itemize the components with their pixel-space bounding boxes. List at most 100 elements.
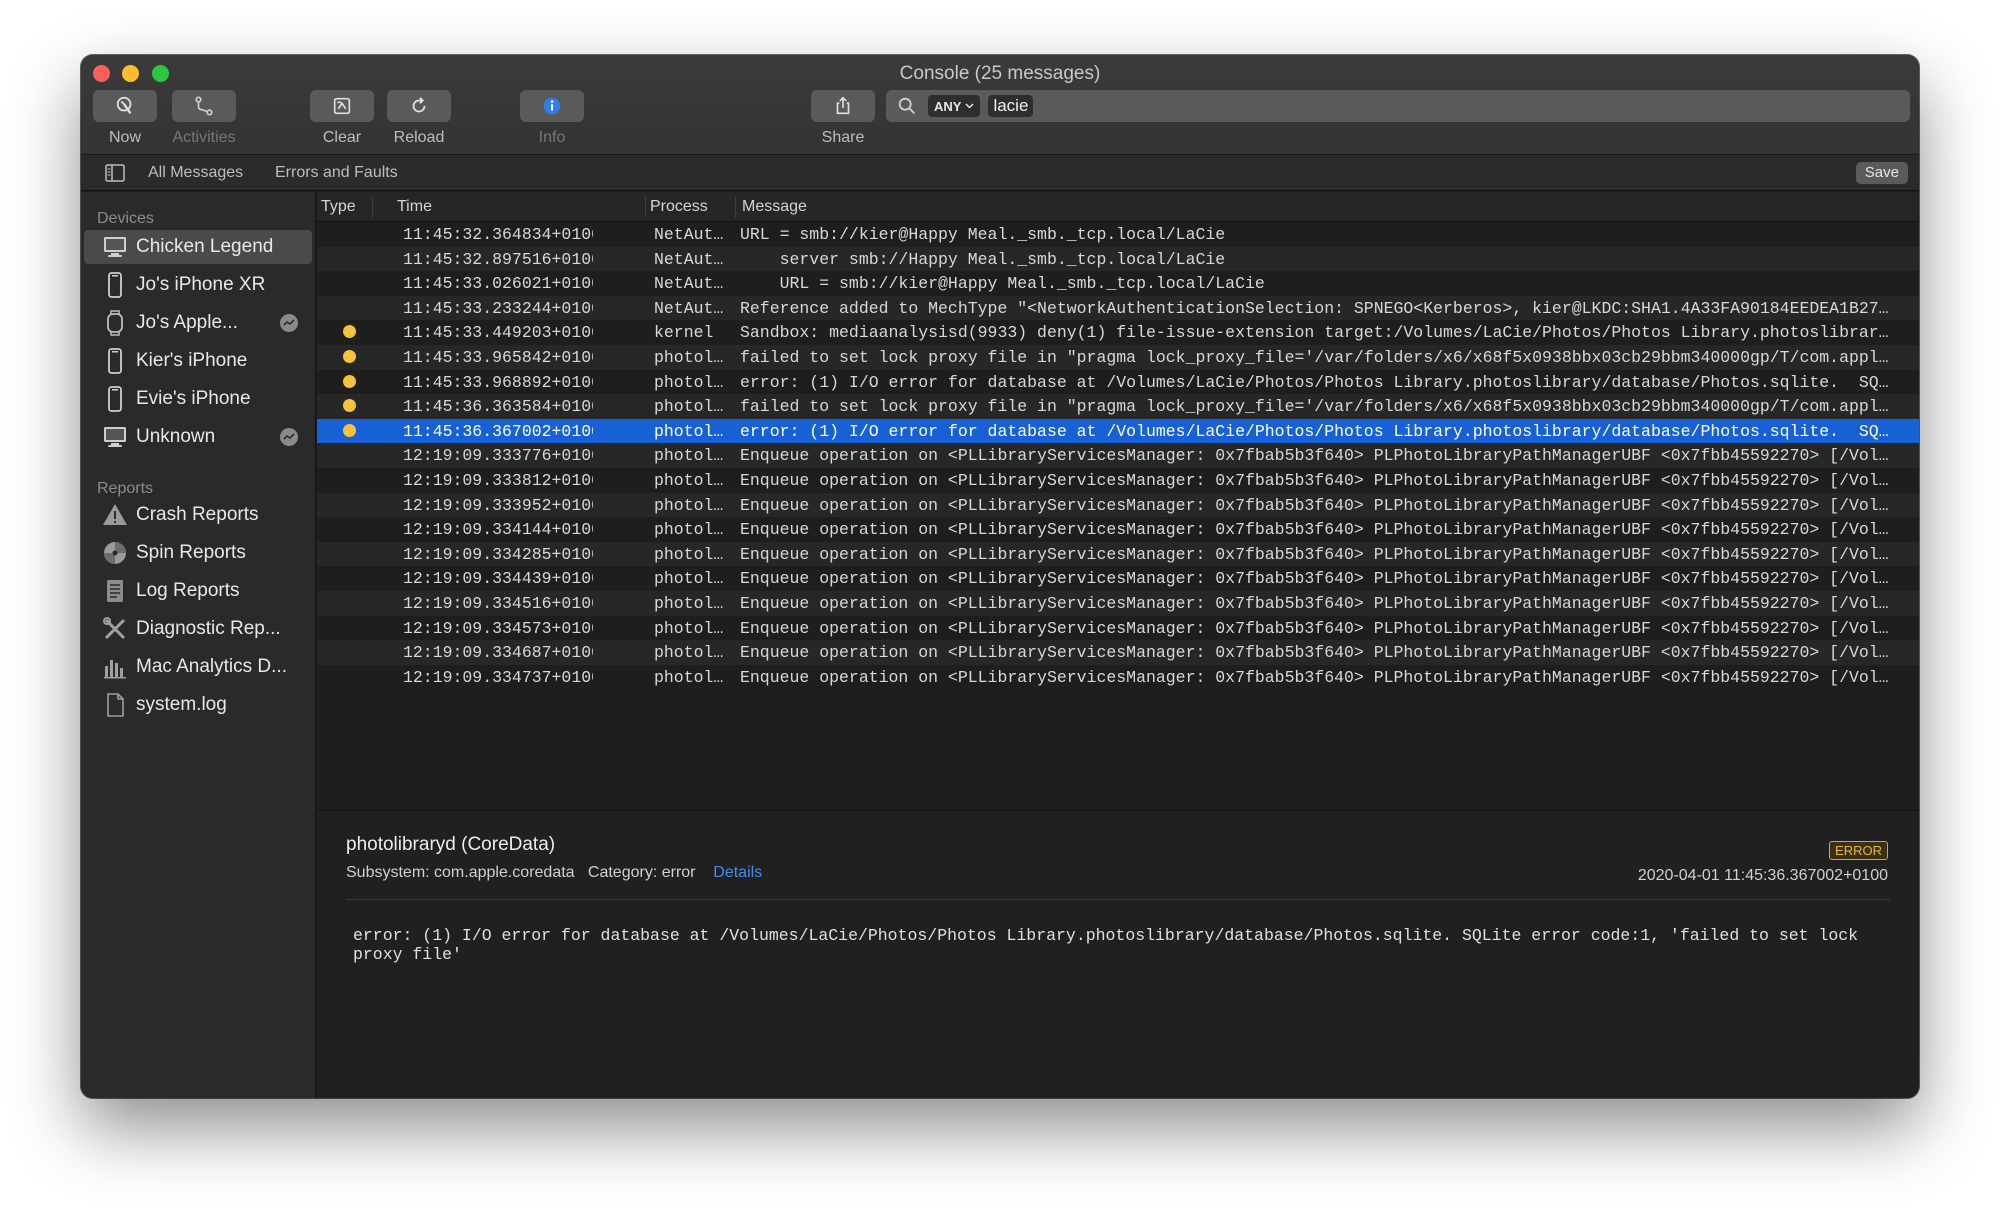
sidebar-item-mac-analytics-data[interactable]: Mac Analytics D... bbox=[84, 650, 312, 684]
search-scope-token[interactable]: ANY bbox=[928, 95, 981, 117]
row-process: photol… bbox=[654, 569, 724, 589]
table-row[interactable]: 11:45:33.233244+0100 NetAut… Reference add… bbox=[317, 295, 1919, 321]
error-dot-icon bbox=[343, 349, 356, 363]
sidebar-item-evies-iphone[interactable]: Evie's iPhone bbox=[84, 382, 312, 416]
table-row[interactable]: 11:45:33.449203+0100 kernel Sandbox: media… bbox=[317, 320, 1919, 345]
column-header-time[interactable]: Time bbox=[397, 198, 432, 216]
sidebar-item-diagnostic-reports[interactable]: Diagnostic Rep... bbox=[84, 612, 312, 646]
toolbar: Console (25 messages) Now Activities Cle… bbox=[81, 55, 1919, 155]
error-dot-icon bbox=[343, 374, 356, 388]
row-type-cell bbox=[343, 547, 357, 561]
row-process: kernel bbox=[654, 323, 714, 343]
sidebar-toggle-icon[interactable] bbox=[105, 164, 125, 182]
row-process: photol… bbox=[654, 618, 724, 638]
sidebar: Devices Chicken Legend Jo's iPhone XR Jo… bbox=[81, 192, 316, 1098]
column-header-process[interactable]: Process bbox=[650, 198, 708, 216]
sidebar-item-log-reports[interactable]: Log Reports bbox=[84, 574, 312, 608]
detail-subtitle: Subsystem: com.apple.coredata Category: … bbox=[346, 864, 762, 882]
column-header-message[interactable]: Message bbox=[742, 198, 807, 216]
table-row[interactable]: 12:19:09.334144+0100 photol… Enqueue opera… bbox=[317, 517, 1919, 542]
row-process: photol… bbox=[654, 667, 724, 687]
row-time: 11:45:33.968892+0100 bbox=[403, 372, 593, 392]
details-link[interactable]: Details bbox=[713, 864, 762, 881]
row-time: 11:45:33.965842+0100 bbox=[403, 347, 593, 367]
sidebar-item-jos-apple-watch[interactable]: Jo's Apple... bbox=[84, 306, 312, 340]
info-label: Info bbox=[538, 129, 566, 146]
row-time: 12:19:09.334737+0100 bbox=[403, 667, 593, 687]
info-button[interactable]: Info bbox=[520, 90, 584, 147]
error-badge: ERROR bbox=[1829, 841, 1888, 860]
table-row[interactable]: 11:45:32.364834+0100 NetAut… URL = smb://k… bbox=[317, 222, 1919, 247]
row-process: NetAut… bbox=[654, 274, 724, 294]
sidebar-item-chicken-legend[interactable]: Chicken Legend bbox=[84, 230, 312, 264]
table-row[interactable]: 12:19:09.333776+0100 photol… Enqueue opera… bbox=[317, 443, 1919, 468]
row-time: 12:19:09.334439+0100 bbox=[403, 569, 593, 589]
bar-chart-icon bbox=[104, 660, 126, 679]
sidebar-item-system-log[interactable]: system.log bbox=[84, 688, 312, 722]
sidebar-item-label: Chicken Legend bbox=[136, 236, 274, 257]
now-icon bbox=[116, 96, 132, 114]
table-row[interactable]: 12:19:09.334573+0100 photol… Enqueue opera… bbox=[317, 616, 1919, 641]
share-label: Share bbox=[821, 129, 865, 146]
row-type-cell bbox=[343, 645, 357, 659]
row-message: Enqueue operation on <PLLibraryServicesM… bbox=[740, 520, 1889, 540]
row-type-cell bbox=[343, 596, 357, 610]
row-process: photol… bbox=[654, 495, 724, 515]
reload-button[interactable]: Reload bbox=[387, 90, 451, 147]
column-header-type[interactable]: Type bbox=[321, 198, 356, 216]
table-row[interactable]: 12:19:09.333952+0100 photol… Enqueue opera… bbox=[317, 492, 1919, 518]
row-type-cell bbox=[343, 448, 357, 462]
filter-errors-and-faults[interactable]: Errors and Faults bbox=[275, 164, 398, 182]
table-row[interactable]: 12:19:09.333812+0100 photol… Enqueue opera… bbox=[317, 468, 1919, 493]
row-type-cell bbox=[343, 621, 357, 635]
table-row[interactable]: 12:19:09.334737+0100 photol… Enqueue opera… bbox=[317, 665, 1919, 690]
sidebar-item-spin-reports[interactable]: Spin Reports bbox=[84, 536, 312, 570]
table-row[interactable]: 11:45:33.026021+0100 NetAut… URL = smb://… bbox=[317, 271, 1919, 296]
reload-label: Reload bbox=[393, 129, 445, 146]
table-row[interactable]: 11:45:32.897516+0100 NetAut… server smb:/… bbox=[317, 246, 1919, 272]
row-message: URL = smb://kier@Happy Meal._smb._tcp.lo… bbox=[740, 225, 1226, 244]
row-time: 12:19:09.334516+0100 bbox=[403, 593, 593, 613]
table-body: 11:45:32.364834+0100 NetAut… URL = smb://k… bbox=[317, 222, 1919, 689]
clear-button[interactable]: Clear bbox=[310, 90, 374, 147]
sidebar-item-label: Jo's iPhone XR bbox=[136, 274, 266, 295]
detail-timestamp: 2020-04-01 11:45:36.367002+0100 bbox=[1637, 867, 1888, 884]
clear-icon bbox=[333, 97, 351, 115]
row-process: photol… bbox=[654, 421, 724, 441]
search-field[interactable]: ANY lacie bbox=[886, 90, 1910, 122]
sidebar-item-label: Mac Analytics D... bbox=[136, 656, 287, 677]
sidebar-item-label: Kier's iPhone bbox=[136, 350, 248, 371]
row-time: 11:45:32.364834+0100 bbox=[403, 225, 593, 244]
table-row[interactable]: 11:45:36.367002+0100 photol… error: (1) I/… bbox=[317, 418, 1919, 444]
table-row[interactable]: 11:45:36.363584+0100 photol… failed to set… bbox=[317, 394, 1919, 419]
row-time: 12:19:09.334285+0100 bbox=[403, 544, 593, 564]
search-term-token[interactable]: lacie bbox=[988, 95, 1034, 117]
table-row[interactable]: 11:45:33.968892+0100 photol… error: (1) I/… bbox=[317, 370, 1919, 395]
sidebar-item-crash-reports[interactable]: Crash Reports bbox=[84, 498, 312, 532]
table-row[interactable]: 12:19:09.334516+0100 photol… Enqueue opera… bbox=[317, 590, 1919, 616]
window-title: Console (25 messages) bbox=[899, 63, 1101, 84]
row-type-cell bbox=[343, 423, 357, 438]
row-message: Enqueue operation on <PLLibraryServicesM… bbox=[740, 667, 1889, 687]
filter-all-messages[interactable]: All Messages bbox=[148, 164, 243, 182]
detail-divider bbox=[346, 899, 1890, 900]
spinner-icon bbox=[104, 542, 126, 564]
sidebar-item-jos-iphone-xr[interactable]: Jo's iPhone XR bbox=[84, 268, 312, 302]
table-row[interactable]: 12:19:09.334439+0100 photol… Enqueue opera… bbox=[317, 566, 1919, 591]
row-message: Enqueue operation on <PLLibraryServicesM… bbox=[740, 643, 1889, 663]
sidebar-header-reports: Reports bbox=[97, 480, 154, 497]
row-process: photol… bbox=[654, 470, 724, 490]
row-message: Sandbox: mediaanalysisd(9933) deny(1) fi… bbox=[740, 323, 1889, 343]
table-row[interactable]: 11:45:33.965842+0100 photol… failed to set… bbox=[317, 344, 1919, 370]
sidebar-item-unknown[interactable]: Unknown bbox=[84, 420, 312, 454]
save-button[interactable]: Save bbox=[1855, 162, 1908, 184]
table-row[interactable]: 12:19:09.334687+0100 photol… Enqueue opera… bbox=[317, 640, 1919, 665]
sidebar-item-label: Unknown bbox=[136, 426, 216, 447]
share-button[interactable]: Share bbox=[811, 90, 875, 147]
activities-button[interactable]: Activities bbox=[172, 90, 236, 147]
activity-graph-icon bbox=[283, 433, 295, 440]
now-button[interactable]: Now bbox=[93, 90, 157, 147]
sidebar-item-kiers-iphone[interactable]: Kier's iPhone bbox=[84, 344, 312, 378]
info-icon bbox=[543, 97, 561, 115]
table-row[interactable]: 12:19:09.334285+0100 photol… Enqueue opera… bbox=[317, 541, 1919, 567]
